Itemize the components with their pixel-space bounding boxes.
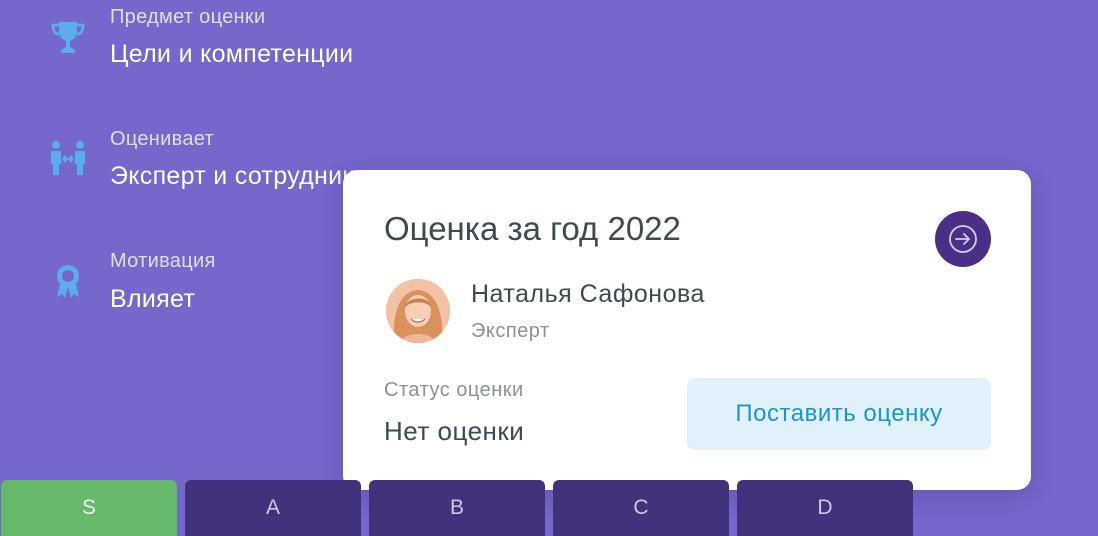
subject-label: Предмет оценки (110, 6, 266, 28)
people-exchange-icon (48, 140, 88, 180)
open-evaluation-button[interactable] (935, 211, 991, 267)
grade-tab-s[interactable]: S (1, 480, 177, 536)
evaluator-label: Оценивает (110, 128, 214, 150)
motivation-label: Мотивация (110, 250, 216, 272)
evaluation-card: Оценка за год 2022 Наталья Сафонова Эксп… (343, 170, 1031, 490)
arrow-right-circle-icon (949, 225, 977, 253)
motivation-value: Влияет (110, 285, 196, 313)
grade-tab-b[interactable]: B (369, 480, 545, 536)
person-name: Наталья Сафонова (471, 280, 705, 308)
grade-tab-c[interactable]: C (553, 480, 729, 536)
avatar (386, 279, 450, 343)
person-role: Эксперт (471, 320, 550, 342)
grade-tabs: S A B C D (0, 480, 1098, 536)
card-title: Оценка за год 2022 (384, 210, 681, 247)
grade-tab-d[interactable]: D (737, 480, 913, 536)
award-ribbon-icon (48, 262, 88, 302)
subject-value: Цели и компетенции (110, 40, 354, 68)
status-label: Статус оценки (384, 379, 524, 401)
grade-tab-a[interactable]: A (185, 480, 361, 536)
trophy-icon (48, 18, 88, 58)
evaluator-value: Эксперт и сотрудник (110, 162, 354, 190)
status-value: Нет оценки (384, 416, 525, 446)
rate-button[interactable]: Поставить оценку (687, 378, 991, 450)
